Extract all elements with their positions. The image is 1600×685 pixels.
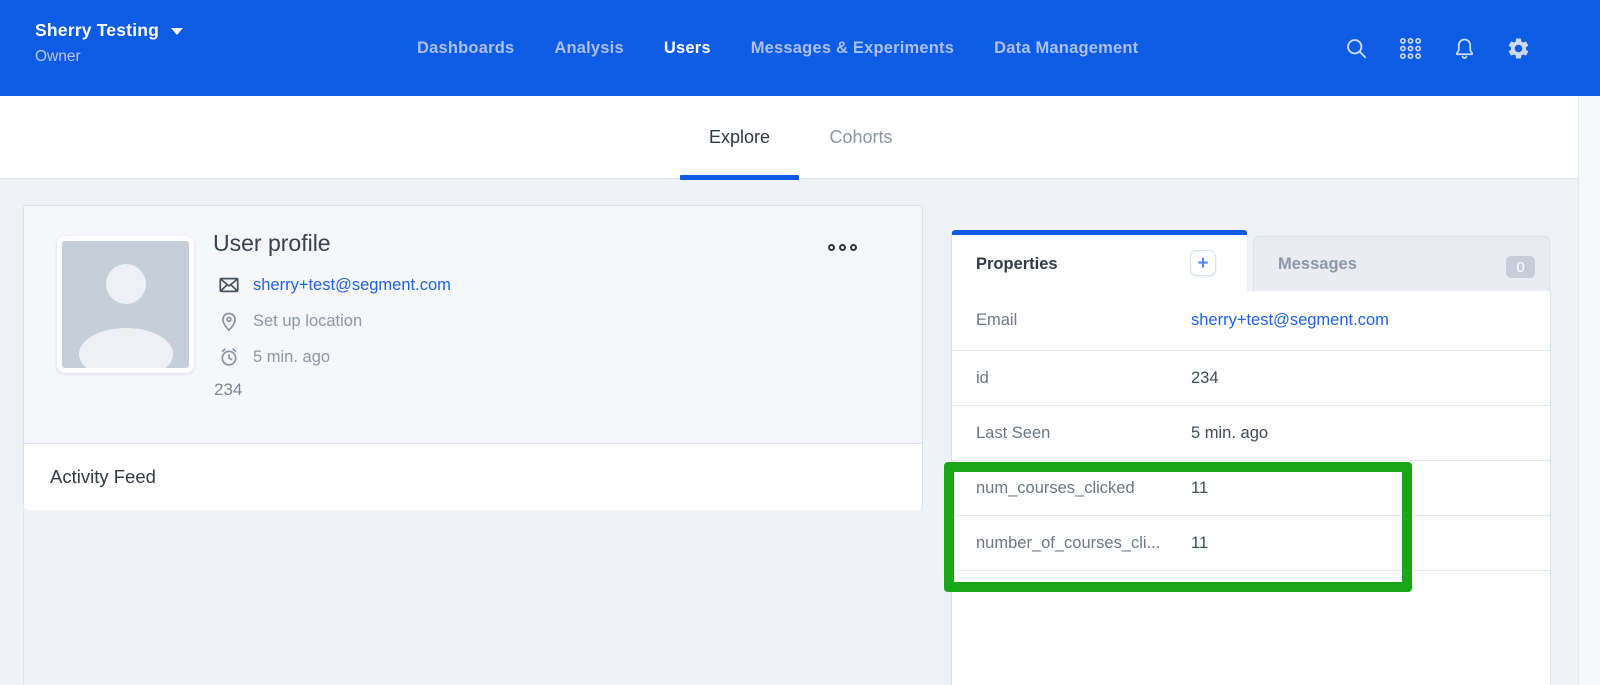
property-row-email: Email sherry+test@segment.com <box>952 291 1550 351</box>
property-label: id <box>976 369 1191 388</box>
tab-cohorts[interactable]: Cohorts <box>819 96 903 179</box>
tab-messages[interactable]: Messages 0 <box>1253 236 1550 291</box>
property-row-last-seen: Last Seen 5 min. ago <box>952 406 1550 461</box>
messages-tab-label: Messages <box>1278 237 1357 291</box>
property-label: num_courses_clicked <box>976 479 1191 498</box>
property-value: 11 <box>1191 479 1208 498</box>
last-seen-text: 5 min. ago <box>253 348 330 367</box>
search-button[interactable] <box>1343 35 1369 61</box>
property-row-num-courses-clicked: num_courses_clicked 11 <box>952 461 1550 516</box>
user-id-text: 234 <box>214 380 242 400</box>
property-value: 234 <box>1191 369 1219 388</box>
main-nav: Dashboards Analysis Users Messages & Exp… <box>417 0 1138 96</box>
property-value-email-link[interactable]: sherry+test@segment.com <box>1191 311 1389 330</box>
notifications-bell-icon <box>1452 36 1477 61</box>
property-value: 5 min. ago <box>1191 424 1268 443</box>
workspace-selector[interactable]: Sherry Testing Owner <box>35 20 183 66</box>
settings-button[interactable] <box>1505 35 1531 61</box>
kebab-dot-icon <box>828 244 835 251</box>
tab-explore-label: Explore <box>709 127 770 148</box>
property-value: 11 <box>1191 534 1208 553</box>
kebab-dot-icon <box>850 244 857 251</box>
apps-grid-icon <box>1398 36 1423 61</box>
avatar-placeholder-image <box>62 241 189 368</box>
add-property-button[interactable]: + <box>1190 250 1216 276</box>
secondary-tab-bar: Explore Cohorts <box>0 96 1600 179</box>
notifications-button[interactable] <box>1451 35 1477 61</box>
property-label: Last Seen <box>976 424 1191 443</box>
alarm-clock-icon <box>217 345 241 369</box>
apps-grid-button[interactable] <box>1397 35 1423 61</box>
chevron-down-icon <box>171 28 183 35</box>
user-profile-card: User profile sherry+test@segment.com Set… <box>23 205 923 510</box>
last-seen-row: 5 min. ago <box>217 345 330 369</box>
nav-dashboards[interactable]: Dashboards <box>417 39 514 58</box>
header-icon-group <box>1343 0 1531 96</box>
more-options-button[interactable] <box>824 240 861 255</box>
properties-table: Email sherry+test@segment.com id 234 Las… <box>951 291 1551 685</box>
nav-analysis[interactable]: Analysis <box>554 39 623 58</box>
content-edge-divider <box>23 510 24 685</box>
search-icon <box>1344 36 1369 61</box>
scrollbar[interactable] <box>1578 96 1600 685</box>
properties-tab-label: Properties <box>976 230 1058 295</box>
set-up-location-link[interactable]: Set up location <box>253 312 362 331</box>
activity-feed-title: Activity Feed <box>50 466 156 488</box>
nav-users[interactable]: Users <box>664 39 711 58</box>
property-row-id: id 234 <box>952 351 1550 406</box>
workspace-role: Owner <box>35 48 183 66</box>
nav-messages-experiments[interactable]: Messages & Experiments <box>751 39 954 58</box>
app-root: Sherry Testing Owner Dashboards Analysis… <box>0 0 1600 685</box>
tab-explore[interactable]: Explore <box>680 96 799 179</box>
property-label: Email <box>976 311 1191 330</box>
tab-cohorts-label: Cohorts <box>829 127 892 148</box>
email-row: sherry+test@segment.com <box>217 273 451 297</box>
tab-properties[interactable]: Properties + <box>951 230 1248 291</box>
workspace-name: Sherry Testing <box>35 20 159 41</box>
property-row-number-of-courses-clicked: number_of_courses_cli... 11 <box>952 516 1550 571</box>
property-label: number_of_courses_cli... <box>976 534 1191 553</box>
settings-gear-icon <box>1506 36 1531 61</box>
location-pin-icon <box>217 309 241 333</box>
top-nav-bar: Sherry Testing Owner Dashboards Analysis… <box>0 0 1600 96</box>
location-row: Set up location <box>217 309 362 333</box>
active-tab-underline <box>680 175 799 180</box>
profile-card-title: User profile <box>213 230 331 257</box>
nav-data-management[interactable]: Data Management <box>994 39 1138 58</box>
user-email-link[interactable]: sherry+test@segment.com <box>253 276 451 295</box>
activity-feed-header: Activity Feed <box>24 443 922 510</box>
envelope-icon <box>217 273 241 297</box>
messages-count-badge: 0 <box>1506 256 1535 278</box>
avatar <box>57 236 194 373</box>
kebab-dot-icon <box>839 244 846 251</box>
